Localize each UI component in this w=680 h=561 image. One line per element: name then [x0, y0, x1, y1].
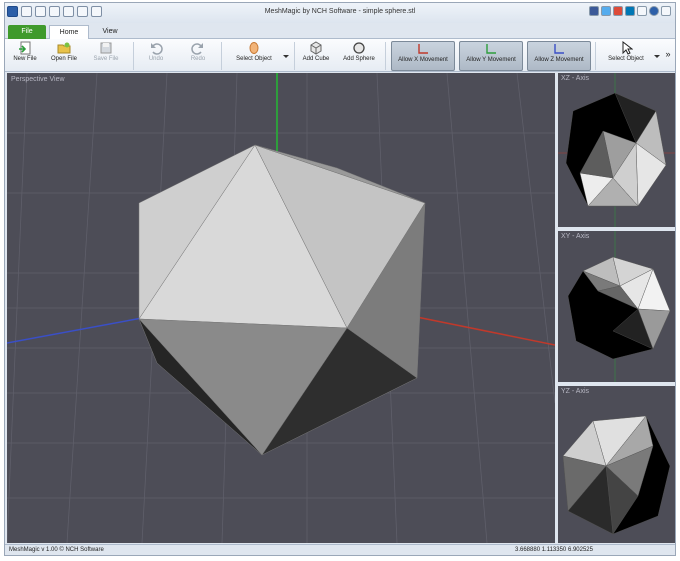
add-cube-button[interactable]: Add Cube	[299, 41, 333, 71]
redo-icon	[191, 43, 203, 55]
allow-z-movement-button[interactable]: Allow Z Movement	[527, 41, 591, 71]
ribbon-separator	[294, 42, 295, 70]
yz-scene	[562, 415, 671, 535]
share-icon[interactable]	[637, 6, 647, 16]
tab-home[interactable]: Home	[49, 25, 89, 39]
help-icon[interactable]	[649, 6, 659, 16]
z-axis-icon	[554, 44, 564, 54]
redo-button[interactable]: Redo	[183, 41, 213, 71]
menu-icon[interactable]	[661, 6, 671, 16]
xz-scene	[558, 73, 675, 227]
twitter-icon[interactable]	[601, 6, 611, 16]
new-file-icon	[19, 41, 31, 55]
perspective-viewport[interactable]: Perspective View	[7, 73, 555, 543]
perspective-view-label: Perspective View	[11, 76, 65, 83]
window-title: MeshMagic by NCH Software - simple spher…	[264, 8, 416, 15]
yz-axis-label: YZ - Axis	[561, 388, 590, 395]
yz-axis-viewport[interactable]: YZ - Axis	[558, 386, 675, 543]
title-bar-buttons	[589, 6, 671, 16]
xy-scene	[567, 231, 671, 382]
title-bar: MeshMagic by NCH Software - simple spher…	[5, 3, 675, 23]
icosahedron-mesh	[138, 144, 426, 456]
xz-axis-label: XZ - Axis	[561, 75, 590, 82]
ribbon-separator	[385, 42, 386, 70]
undo-icon	[151, 43, 163, 55]
mesh-yz	[562, 415, 671, 535]
open-file-button[interactable]: Open File	[47, 41, 81, 71]
allow-y-movement-button[interactable]: Allow Y Movement	[459, 41, 523, 71]
new-file-button[interactable]: New File	[9, 41, 41, 71]
cursor-arrow-icon	[622, 41, 633, 55]
chevron-down-icon	[654, 55, 660, 58]
ribbon-tabs: File Home View	[5, 23, 675, 39]
allow-x-movement-button[interactable]: Allow X Movement	[391, 41, 455, 71]
undo-button[interactable]: Undo	[141, 41, 171, 71]
save-file-button[interactable]: Save File	[89, 41, 123, 71]
linkedin-icon[interactable]	[625, 6, 635, 16]
y-axis-icon	[486, 44, 496, 54]
ribbon-separator	[595, 42, 596, 70]
status-coordinates: 3.668880 1.113350 6.902525	[515, 547, 593, 553]
facebook-icon[interactable]	[589, 6, 599, 16]
ribbon-separator	[221, 42, 222, 70]
xy-axis-viewport[interactable]: XY - Axis	[558, 231, 675, 382]
open-folder-icon	[57, 42, 71, 54]
status-bar: MeshMagic v 1.00 © NCH Software 3.668880…	[5, 544, 675, 555]
chevron-down-icon	[283, 55, 289, 58]
app-window: MeshMagic by NCH Software - simple spher…	[4, 2, 676, 556]
tab-file[interactable]: File	[8, 25, 46, 39]
tab-view[interactable]: View	[93, 25, 127, 39]
save-icon	[100, 42, 112, 54]
ribbon-separator	[133, 42, 134, 70]
mesh-xz	[565, 92, 667, 207]
google-plus-icon[interactable]	[613, 6, 623, 16]
select-object-button-2[interactable]: Select Object	[599, 41, 653, 71]
x-axis-icon	[418, 44, 428, 54]
status-version: MeshMagic v 1.00 © NCH Software	[9, 547, 104, 553]
perspective-scene	[7, 73, 555, 543]
select-object-dropdown-2[interactable]	[653, 53, 661, 61]
select-object-dropdown[interactable]	[282, 53, 290, 61]
cube-icon	[310, 41, 322, 55]
ribbon-overflow-button[interactable]: »	[663, 49, 673, 61]
sphere-icon	[353, 42, 365, 54]
z-axis-line	[7, 317, 143, 344]
mesh-xy	[567, 256, 671, 360]
select-object-button[interactable]: Select Object	[227, 41, 281, 71]
add-sphere-button[interactable]: Add Sphere	[339, 41, 379, 71]
xz-axis-viewport[interactable]: XZ - Axis	[558, 73, 675, 227]
select-object-icon	[249, 42, 259, 54]
xy-axis-label: XY - Axis	[561, 233, 590, 240]
ribbon-toolbar: New File Open File Save File Undo Redo S…	[5, 39, 675, 72]
